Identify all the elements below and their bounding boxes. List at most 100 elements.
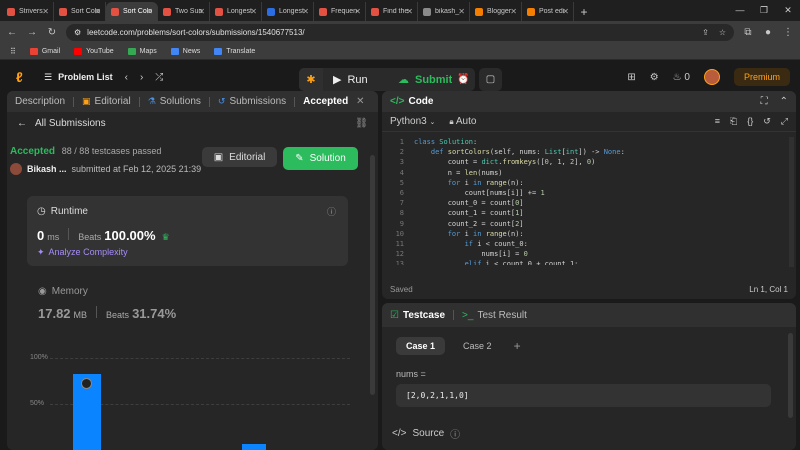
- close-tab-icon[interactable]: ✕: [458, 7, 465, 16]
- share-icon[interactable]: ⇪: [702, 28, 709, 37]
- reload-icon[interactable]: ↻: [46, 27, 58, 38]
- case-1-tab[interactable]: Case 1: [396, 337, 446, 355]
- debug-button[interactable]: ✱: [299, 68, 323, 91]
- tab-editorial[interactable]: ▣ Editorial: [82, 96, 131, 107]
- browser-tab[interactable]: bikash_ ✕: [418, 2, 470, 21]
- test-result-tab[interactable]: >_ Test Result: [462, 310, 527, 321]
- info-icon[interactable]: ⓘ: [327, 205, 336, 218]
- leetcode-logo[interactable]: ℓ: [16, 69, 30, 85]
- premium-button[interactable]: Premium: [733, 68, 790, 86]
- link-icon[interactable]: ⛓: [355, 118, 368, 129]
- bug-icon: ✱: [306, 74, 316, 86]
- tab-submissions[interactable]: ↺ Submissions: [218, 96, 286, 107]
- timer-button[interactable]: ⏰: [452, 68, 475, 91]
- braces-icon[interactable]: {}: [747, 116, 753, 127]
- browser-tab[interactable]: Find the ✕: [366, 2, 418, 21]
- bookmark-item[interactable]: Gmail: [29, 47, 60, 55]
- streak-value: 0: [684, 71, 690, 83]
- distribution-bar[interactable]: [242, 444, 266, 450]
- auto-mode[interactable]: 🔒︎ Auto: [449, 116, 476, 127]
- browser-tab[interactable]: Post edi ✕: [522, 2, 574, 21]
- reset-icon[interactable]: ↺: [763, 116, 771, 127]
- close-tab-icon[interactable]: ✕: [356, 96, 364, 107]
- fullscreen-icon[interactable]: ⤢: [781, 116, 788, 127]
- case-2-tab[interactable]: Case 2: [453, 337, 502, 355]
- address-row: ← → ↻ ⚙ leetcode.com/problems/sort-color…: [0, 21, 800, 43]
- language-select[interactable]: Python3 ⌄: [390, 116, 435, 127]
- close-tab-icon[interactable]: ✕: [510, 7, 517, 16]
- browser-tab[interactable]: Blogger ✕: [470, 2, 522, 21]
- avatar[interactable]: [703, 69, 720, 85]
- close-tab-icon[interactable]: ✕: [562, 7, 569, 16]
- testcase-tab[interactable]: ☑ Testcase: [390, 310, 445, 321]
- extensions-icon[interactable]: ⧉: [742, 27, 754, 38]
- next-problem-icon[interactable]: ›: [140, 72, 143, 83]
- user-name[interactable]: Bikash ...: [27, 164, 67, 174]
- input-value-field[interactable]: [2,0,2,1,1,0]: [396, 384, 771, 407]
- collapse-panel-icon[interactable]: ⌃: [780, 96, 788, 107]
- layout-icon[interactable]: ⊞: [627, 72, 635, 83]
- maximize-icon[interactable]: ❐: [752, 0, 776, 21]
- browser-tab[interactable]: Frequen ✕: [314, 2, 366, 21]
- browser-tab[interactable]: Two Sun ✕: [158, 2, 210, 21]
- bookmark-item[interactable]: News: [170, 47, 200, 55]
- new-tab-button[interactable]: +: [574, 2, 594, 21]
- streak-counter[interactable]: ♨ 0: [673, 72, 690, 83]
- apps-icon[interactable]: ⠿: [10, 47, 16, 56]
- address-bar[interactable]: ⚙ leetcode.com/problems/sort-colors/subm…: [66, 23, 734, 41]
- left-scrollbar[interactable]: [370, 155, 375, 395]
- memory-header[interactable]: ◉ Memory: [38, 286, 88, 297]
- browser-tab[interactable]: Longest ✕: [210, 2, 262, 21]
- back-icon[interactable]: ←: [6, 27, 18, 38]
- browser-tab[interactable]: Strivers ✕: [2, 2, 54, 21]
- analyze-complexity-link[interactable]: ✦ Analyze Complexity: [37, 247, 128, 258]
- forward-icon[interactable]: →: [26, 27, 38, 38]
- bookmark-icon[interactable]: ⎗: [730, 116, 737, 127]
- code-tab[interactable]: </> Code: [390, 96, 433, 107]
- bookmark-item[interactable]: Translate: [214, 47, 255, 55]
- chrome-menu-icon[interactable]: ⋮: [782, 27, 794, 38]
- minimize-icon[interactable]: —: [728, 0, 752, 21]
- format-icon[interactable]: ≡: [715, 116, 720, 127]
- site-info-icon[interactable]: ⚙: [74, 28, 81, 37]
- tab-accepted[interactable]: Accepted ✕: [303, 96, 364, 107]
- maximize-panel-icon[interactable]: ⛶: [761, 96, 768, 107]
- problem-list-link[interactable]: ☰ Problem List: [44, 72, 113, 83]
- browser-tab[interactable]: Longest ✕: [262, 2, 314, 21]
- user-bar[interactable]: [73, 374, 101, 450]
- close-tab-icon[interactable]: ✕: [354, 7, 361, 16]
- close-tab-icon[interactable]: ✕: [250, 7, 257, 16]
- close-tab-icon[interactable]: ✕: [42, 7, 49, 16]
- code-editor[interactable]: 1 class Solution: 2 def sortColors(self, n…: [382, 137, 786, 265]
- add-case-icon[interactable]: +: [514, 339, 521, 353]
- submit-button[interactable]: ☁ Submit: [388, 68, 460, 91]
- bookmark-item[interactable]: Maps: [127, 47, 157, 55]
- shuffle-icon[interactable]: ⤮: [155, 72, 163, 83]
- bookmark-item[interactable]: YouTube: [74, 47, 114, 55]
- solution-button[interactable]: ✎ Solution: [283, 147, 358, 170]
- run-button[interactable]: ▶ Run: [323, 68, 388, 91]
- code-scrollbar[interactable]: [789, 137, 794, 267]
- settings-icon[interactable]: ⚙: [650, 72, 659, 83]
- notes-button[interactable]: ▢: [479, 68, 502, 91]
- source-toggle[interactable]: </> Source ⓘ: [392, 426, 460, 441]
- tab-solutions[interactable]: ⚗ Solutions: [148, 96, 201, 107]
- profile-icon[interactable]: ●: [762, 27, 774, 38]
- bar-avatar: [81, 378, 92, 389]
- help-icon[interactable]: ⓘ: [450, 426, 460, 441]
- close-tab-icon[interactable]: ✕: [94, 7, 101, 16]
- prev-problem-icon[interactable]: ‹: [125, 72, 128, 83]
- browser-tab[interactable]: Sort Colo ✕: [106, 2, 158, 21]
- browser-tab[interactable]: Sort Colo ✕: [54, 2, 106, 21]
- close-tab-icon[interactable]: ✕: [198, 7, 205, 16]
- close-tab-icon[interactable]: ✕: [302, 7, 309, 16]
- close-tab-icon[interactable]: ✕: [146, 7, 153, 16]
- bookmark-star-icon[interactable]: ☆: [719, 28, 726, 37]
- runtime-card[interactable]: ◷ Runtime ⓘ 0 ms Beats 100.00% ♛ ✦ Analyz…: [27, 196, 348, 266]
- close-window-icon[interactable]: ✕: [776, 0, 800, 21]
- all-submissions-link[interactable]: ← All Submissions ⛓: [7, 113, 378, 133]
- tab-description[interactable]: Description: [15, 96, 65, 107]
- editorial-button[interactable]: ▣ Editorial: [202, 147, 277, 167]
- close-tab-icon[interactable]: ✕: [406, 7, 413, 16]
- testcase-scrollbar[interactable]: [788, 333, 793, 418]
